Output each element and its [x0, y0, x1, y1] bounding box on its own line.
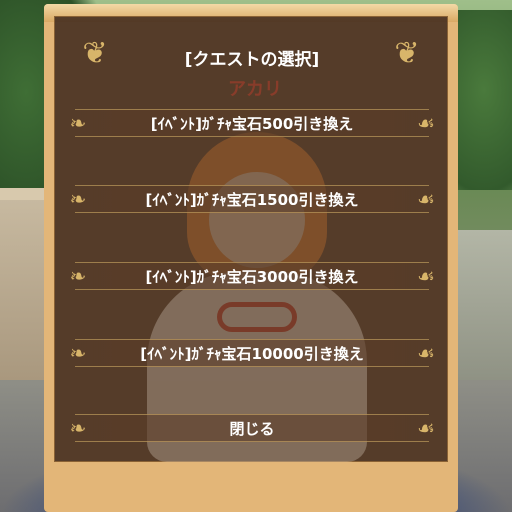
option-gem-1500-button[interactable]: ❧ [ｲﾍﾞﾝﾄ]ｶﾞﾁｬ宝石1500引き換え ☙ [70, 185, 435, 213]
fleur-icon: ☙ [417, 341, 435, 365]
close-label: 閉じる [229, 420, 275, 438]
option-gem-3000-button[interactable]: ❧ [ｲﾍﾞﾝﾄ]ｶﾞﾁｬ宝石3000引き換え ☙ [70, 262, 435, 290]
option-label: [ｲﾍﾞﾝﾄ]ｶﾞﾁｬ宝石500引き換え [150, 115, 354, 133]
option-gem-500-button[interactable]: ❧ [ｲﾍﾞﾝﾄ]ｶﾞﾁｬ宝石500引き換え ☙ [70, 109, 435, 137]
fleur-icon: ☙ [417, 264, 435, 288]
fleur-icon: ☙ [417, 187, 435, 211]
npc-name: アカリ [228, 79, 282, 100]
dialog-title: [クエストの選択] [184, 50, 320, 70]
fleur-icon: ☙ [417, 416, 435, 440]
npc-ribbon [217, 302, 297, 332]
dialog-body: アカリ ❦ ❦ [クエストの選択] ❧ [ｲﾍﾞﾝﾄ]ｶﾞﾁｬ宝石500引き換え… [54, 16, 448, 462]
npc-character [147, 132, 367, 462]
option-gem-10000-button[interactable]: ❧ [ｲﾍﾞﾝﾄ]ｶﾞﾁｬ宝石10000引き換え ☙ [70, 339, 435, 367]
option-label: [ｲﾍﾞﾝﾄ]ｶﾞﾁｬ宝石10000引き換え [140, 345, 364, 363]
fleur-icon: ☙ [417, 111, 435, 135]
option-label: [ｲﾍﾞﾝﾄ]ｶﾞﾁｬ宝石3000引き換え [145, 268, 359, 286]
stone-wall-right [452, 230, 512, 380]
quest-select-dialog: アカリ ❦ ❦ [クエストの選択] ❧ [ｲﾍﾞﾝﾄ]ｶﾞﾁｬ宝石500引き換え… [44, 4, 458, 512]
option-label: [ｲﾍﾞﾝﾄ]ｶﾞﾁｬ宝石1500引き換え [145, 191, 359, 209]
close-button[interactable]: ❧ 閉じる ☙ [70, 414, 435, 442]
